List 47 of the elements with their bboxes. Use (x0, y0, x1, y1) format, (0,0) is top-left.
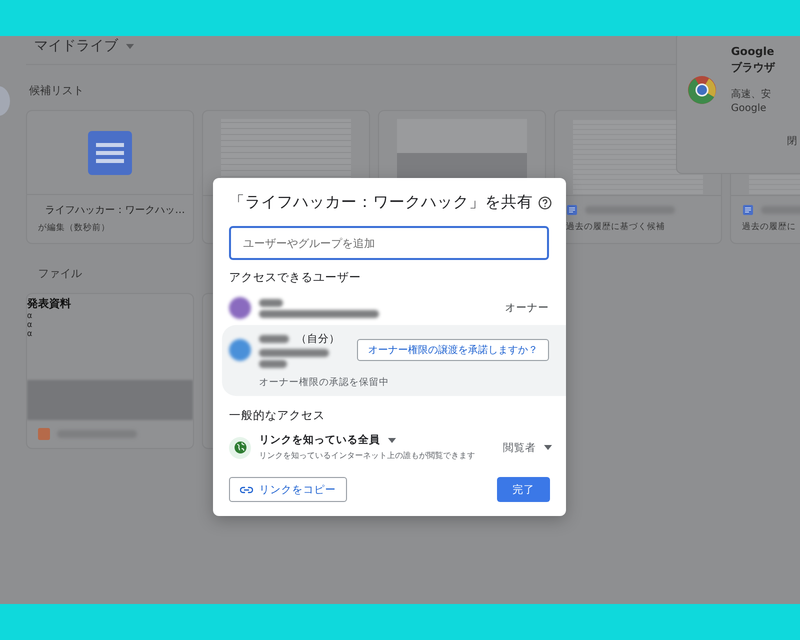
file-name: ライフハッカー：ワークハッ… (45, 204, 185, 218)
document-icon (86, 128, 134, 177)
slides-file-icon (38, 428, 50, 440)
done-button[interactable]: 完了 (497, 477, 550, 502)
link-icon (240, 486, 253, 494)
browser-logo-icon (687, 75, 717, 105)
promo-title: Google (731, 45, 776, 58)
preview-text: α (27, 311, 34, 320)
blurred-text (259, 349, 329, 357)
avatar (229, 339, 251, 361)
accept-ownership-button[interactable]: オーナー権限の譲渡を承諾しますか？ (357, 339, 549, 361)
preview-title: 発表資料 (27, 296, 72, 311)
file-detail: 過去の履歴に基づく候補 (566, 222, 666, 234)
folder-title[interactable]: マイドライブ (34, 37, 118, 55)
status-text: オーナー権限の承認を保留中 (258, 376, 390, 389)
access-scope-dropdown[interactable]: リンクを知っている全員 (259, 433, 475, 447)
section-heading: ファイル (38, 266, 82, 281)
preview-text: α (27, 329, 34, 338)
self-label: （自分） (296, 332, 340, 346)
file-card[interactable]: 発表資料 α α α (26, 293, 194, 449)
section-heading: 候補リスト (29, 83, 84, 98)
copy-link-button[interactable]: リンクをコピー (229, 477, 347, 502)
promo-text: Google (731, 103, 768, 114)
file-card[interactable]: ライフハッカー：ワークハッ… が編集（数秒前） (26, 110, 194, 244)
section-heading: 一般的なアクセス (229, 408, 326, 423)
access-description: リンクを知っているインターネット上の誰もが閲覧できます (259, 450, 475, 462)
blurred-text (259, 335, 289, 343)
document-icon (566, 204, 578, 216)
file-detail: 過去の履歴に (742, 222, 797, 234)
blurred-text (259, 298, 283, 306)
preview-text: α (27, 320, 34, 329)
globe-icon (229, 436, 251, 458)
promo-text: 高速、安 (731, 88, 772, 101)
section-heading: アクセスできるユーザー (229, 270, 362, 285)
document-icon (742, 204, 754, 216)
file-detail: が編集（数秒前） (38, 223, 111, 235)
add-people-field[interactable]: ユーザーやグループを追加 (229, 226, 549, 260)
caret-icon (544, 445, 552, 450)
promo-title: ブラウザ (731, 60, 776, 75)
blurred-text (259, 360, 287, 368)
role-label: オーナー (505, 301, 549, 315)
dialog-title: 「ライフハッカー：ワークハック」を共有 (229, 192, 533, 213)
help-icon[interactable] (538, 196, 552, 210)
close-link[interactable]: 閉 (787, 134, 797, 148)
avatar (229, 297, 251, 319)
role-dropdown[interactable]: 閲覧者 (503, 440, 552, 454)
caret-icon (388, 438, 396, 442)
